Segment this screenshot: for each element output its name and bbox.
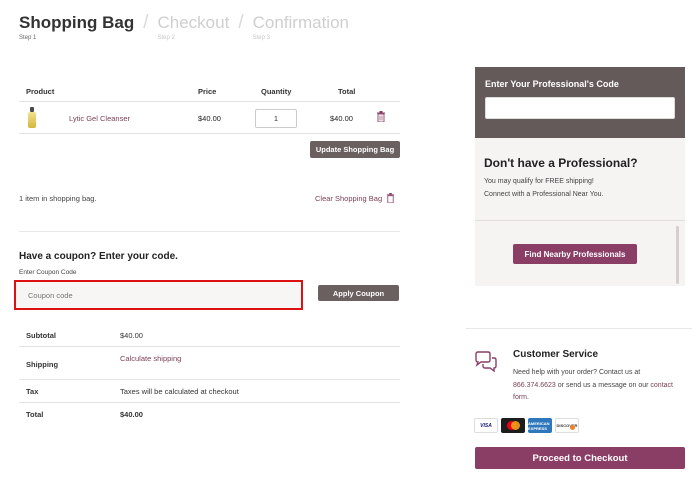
header-total: Total (338, 87, 356, 96)
subtotal-label: Subtotal (26, 331, 56, 340)
product-name-link[interactable]: Lytic Gel Cleanser (69, 114, 130, 123)
step-confirmation: Confirmation Step 3 (253, 12, 349, 41)
tax-label: Tax (26, 387, 39, 396)
step-title: Checkout (157, 13, 230, 32)
trash-icon (387, 193, 395, 203)
section-divider (466, 328, 692, 329)
cs-end-text: . (527, 394, 529, 401)
order-totals: Subtotal $40.00 Shipping Calculate shipp… (19, 323, 400, 425)
panel-divider (475, 220, 685, 221)
apply-coupon-button[interactable]: Apply Coupon (318, 285, 399, 301)
visa-icon: VISA (474, 418, 498, 433)
header-quantity: Quantity (261, 87, 292, 96)
clear-bag-label: Clear Shopping Bag (315, 193, 383, 203)
cart-header-row: Product Price Quantity Total (19, 80, 400, 102)
cs-middle-text: or send us a message on our (555, 381, 649, 389)
step-title: Confirmation (252, 13, 349, 32)
free-shipping-text: You may qualify for FREE shipping! (484, 178, 594, 185)
clear-shopping-bag-link[interactable]: Clear Shopping Bag (315, 193, 395, 203)
coupon-title: Have a coupon? Enter your code. (19, 251, 178, 262)
coupon-code-input[interactable] (14, 280, 303, 310)
discover-icon: DISCOVER (555, 418, 579, 433)
shipping-label: Shipping (26, 360, 59, 369)
step-number: Step 2 (157, 35, 175, 41)
professional-code-title: Enter Your Professional's Code (485, 79, 619, 89)
section-divider (19, 231, 400, 232)
checkout-steps: Shopping Bag Step 1 / Checkout Step 2 / … (19, 12, 349, 41)
calculate-shipping-link[interactable]: Calculate shipping (120, 354, 181, 363)
tax-value: Taxes will be calculated at checkout (120, 387, 239, 396)
customer-service-title: Customer Service (513, 349, 599, 360)
update-shopping-bag-button[interactable]: Update Shopping Bag (310, 141, 400, 158)
subtotal-row: Subtotal $40.00 (19, 323, 400, 347)
step-separator: / (238, 12, 244, 33)
item-price: $40.00 (198, 114, 221, 123)
tax-row: Tax Taxes will be calculated at checkout (19, 380, 400, 403)
panel-scrollbar[interactable] (676, 226, 679, 284)
cart-item-row: Lytic Gel Cleanser $40.00 $40.00 (19, 102, 400, 134)
step-separator: / (143, 12, 149, 33)
shipping-row: Shipping Calculate shipping (19, 347, 400, 380)
mastercard-icon (501, 418, 525, 433)
total-row: Total $40.00 (19, 403, 400, 425)
amex-icon: AMERICAN EXPRESS (528, 418, 552, 433)
cs-help-text: Need help with your order? Contact us at (513, 369, 641, 376)
step-title: Shopping Bag (19, 13, 135, 32)
connect-text: Connect with a Professional Near You. (484, 191, 604, 198)
trash-icon[interactable] (376, 111, 386, 122)
find-professional-panel: Don't have a Professional? You may quali… (475, 138, 685, 286)
coupon-field-label: Enter Coupon Code (19, 269, 77, 276)
total-value: $40.00 (120, 410, 143, 419)
step-number: Step 3 (252, 35, 270, 41)
chat-bubbles-icon (475, 351, 497, 373)
cs-phone-link[interactable]: 866.374.6623 (513, 382, 556, 389)
item-total: $40.00 (330, 114, 353, 123)
header-price: Price (198, 87, 217, 96)
customer-service-text: Need help with your order? Contact us at… (513, 367, 685, 405)
cart-table: Product Price Quantity Total Lytic Gel C… (19, 80, 400, 134)
subtotal-value: $40.00 (120, 331, 143, 340)
proceed-to-checkout-button[interactable]: Proceed to Checkout (475, 447, 685, 469)
product-bottle-icon[interactable] (26, 107, 38, 128)
professional-question: Don't have a Professional? (484, 156, 638, 170)
step-checkout: Checkout Step 2 (158, 12, 230, 41)
total-label: Total (26, 410, 44, 419)
quantity-input[interactable] (255, 109, 297, 128)
find-nearby-professionals-button[interactable]: Find Nearby Professionals (513, 244, 637, 264)
header-product: Product (26, 87, 55, 96)
step-number: Step 1 (19, 35, 37, 41)
bag-item-count: 1 item in shopping bag. (19, 194, 97, 203)
professional-code-panel: Enter Your Professional's Code (475, 67, 685, 138)
step-shopping-bag: Shopping Bag Step 1 (19, 12, 134, 41)
payment-cards: VISA AMERICAN EXPRESS DISCOVER (474, 418, 579, 433)
professional-code-input[interactable] (485, 97, 675, 119)
